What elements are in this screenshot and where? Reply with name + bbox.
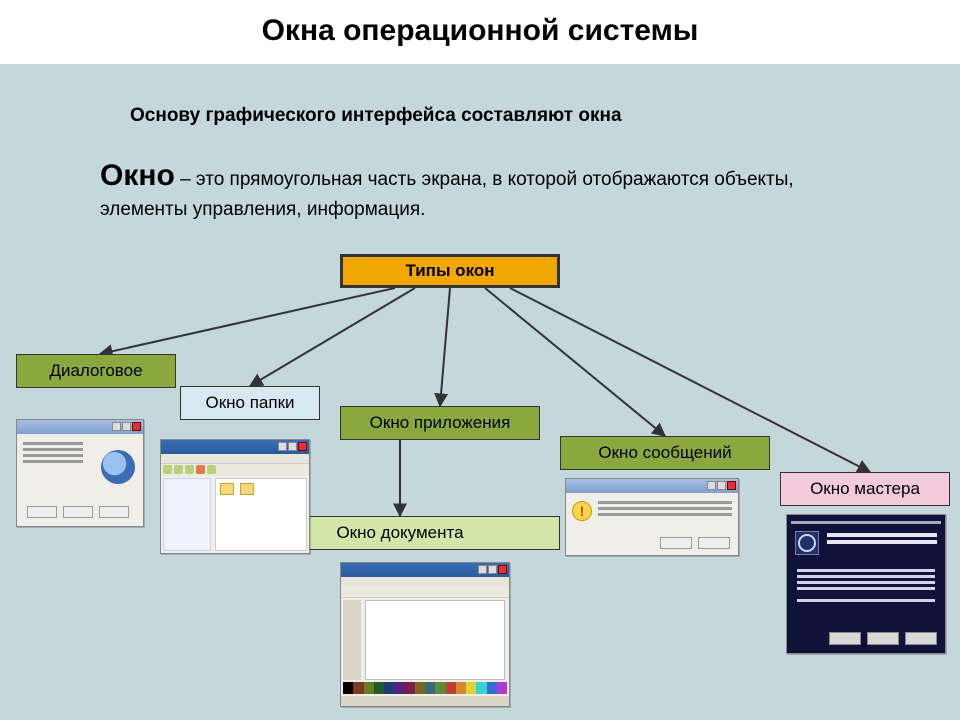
definition-term: Окно	[100, 159, 175, 192]
node-message-window: Окно сообщений	[560, 436, 770, 470]
page-title: Окна операционной системы	[0, 14, 960, 48]
node-dialog-window: Диалоговое	[16, 354, 176, 388]
node-application-window: Окно приложения	[340, 406, 540, 440]
intro-text: Основу графического интерфейса составляю…	[130, 104, 830, 128]
thumb-document-window	[340, 562, 510, 707]
root-node-window-types: Типы окон	[340, 254, 560, 288]
color-palette	[343, 682, 507, 694]
node-wizard-window: Окно мастера	[780, 472, 950, 506]
thumb-message-window: !	[565, 478, 739, 556]
definition-body: – это прямоугольная часть экрана, в кото…	[100, 169, 794, 220]
thumb-wizard-window	[786, 514, 946, 654]
title-area: Окна операционной системы	[0, 0, 960, 64]
thumb-folder-window	[160, 439, 310, 554]
definition-text: Окно – это прямоугольная часть экрана, в…	[100, 156, 860, 222]
node-folder-window: Окно папки	[180, 386, 320, 420]
diagram-canvas: Основу графического интерфейса составляю…	[0, 64, 960, 720]
thumb-dialog-window	[16, 419, 144, 527]
